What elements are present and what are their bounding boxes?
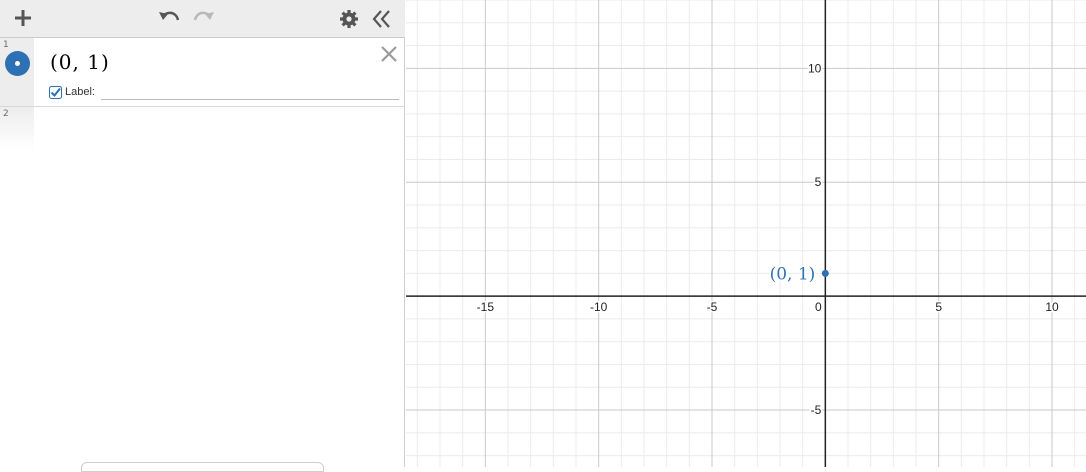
y-tick-label: -5 [811,403,822,417]
label-caption: Label: [65,86,95,98]
label-checkbox[interactable] [49,86,62,99]
panel-bottom-tab[interactable] [81,462,324,472]
settings-button[interactable] [334,4,364,32]
graph-svg[interactable]: -15 -10 -5 0 5 10 -5 5 10 (0, 1) [406,0,1086,467]
expression-panel: 1 (0, 1) Label: 2 [0,0,405,472]
minor-gridlines [406,0,1086,467]
x-tick-label: 5 [935,300,942,314]
expression-math[interactable]: (0, 1) [50,50,110,74]
graph-canvas[interactable]: -15 -10 -5 0 5 10 -5 5 10 (0, 1) [406,0,1086,467]
redo-icon [193,11,214,21]
expression-row[interactable]: 2 [0,107,405,151]
collapse-panel-icon [372,10,390,28]
plotted-points: (0, 1) [768,263,829,286]
undo-button[interactable] [154,4,184,32]
expression-gutter: 2 [0,107,34,151]
x-tick-label: 10 [1045,300,1059,314]
x-tick-label: -15 [477,300,495,314]
add-item-button[interactable] [8,4,38,32]
plotted-point[interactable] [821,269,829,277]
undo-icon [159,11,180,21]
expression-index: 1 [3,40,9,50]
y-tick-label: 5 [815,175,822,189]
point-visibility-toggle[interactable] [5,51,30,76]
y-tick-label: 10 [808,61,822,75]
expression-toolbar [0,0,405,38]
gear-icon [340,10,358,28]
x-tick-label: -10 [590,300,608,314]
x-tick-label: 0 [815,300,822,314]
tick-labels: -15 -10 -5 0 5 10 -5 5 10 [475,60,1060,419]
expression-row[interactable]: 1 (0, 1) Label: [0,38,405,107]
plus-icon [15,10,31,26]
collapse-panel-button[interactable] [368,4,398,32]
close-icon[interactable] [380,45,398,63]
redo-button[interactable] [189,4,219,32]
expression-index: 2 [3,109,9,119]
label-input[interactable] [101,84,399,100]
expression-gutter: 1 [0,38,34,106]
point-label: (0, 1) [770,264,816,284]
x-tick-label: -5 [707,300,718,314]
point-dot-icon [15,61,20,66]
